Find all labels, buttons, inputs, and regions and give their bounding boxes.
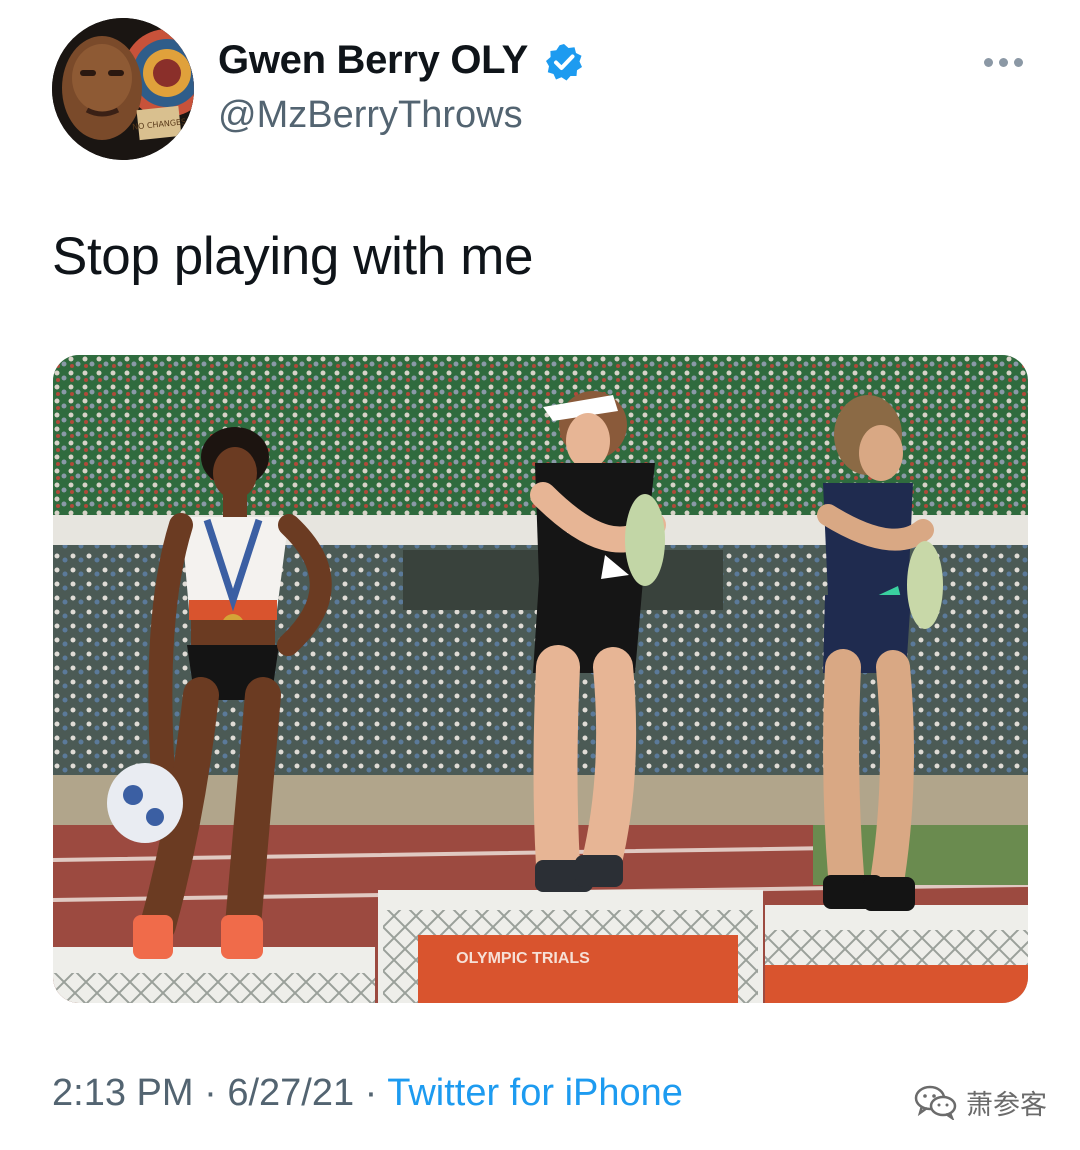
tweet-meta: 2:13 PM · 6/27/21 · Twitter for iPhone xyxy=(52,1072,683,1115)
watermark-text: 萧参客 xyxy=(966,1089,1047,1120)
wechat-icon xyxy=(914,1085,957,1120)
watermark: 萧参客 xyxy=(914,1082,1047,1122)
author-avatar[interactable]: NO CHANGES xyxy=(52,18,194,160)
tweet-source-link[interactable]: Twitter for iPhone xyxy=(387,1072,683,1114)
author-name[interactable]: Gwen Berry OLY xyxy=(218,38,528,83)
author-handle[interactable]: @MzBerryThrows xyxy=(218,94,523,137)
podium-banner-text: OLYMPIC TRIALS xyxy=(456,950,590,967)
tweet-date[interactable]: 6/27/21 xyxy=(227,1072,354,1114)
tweet-time[interactable]: 2:13 PM xyxy=(52,1072,194,1114)
meta-separator: · xyxy=(364,1072,378,1114)
podium-photo-image: OLYMPIC TRIALS xyxy=(53,355,1028,1003)
verified-badge-icon xyxy=(546,44,582,81)
tweet: NO CHANGES Gwen Berry OLY @MzBerryThrows… xyxy=(0,0,1080,1150)
tweet-text: Stop playing with me xyxy=(52,227,534,286)
tweet-photo[interactable]: OLYMPIC TRIALS xyxy=(53,355,1028,1003)
avatar-portrait-icon: NO CHANGES xyxy=(52,18,194,160)
meta-separator: · xyxy=(204,1072,217,1114)
more-options-icon[interactable] xyxy=(984,56,1024,70)
